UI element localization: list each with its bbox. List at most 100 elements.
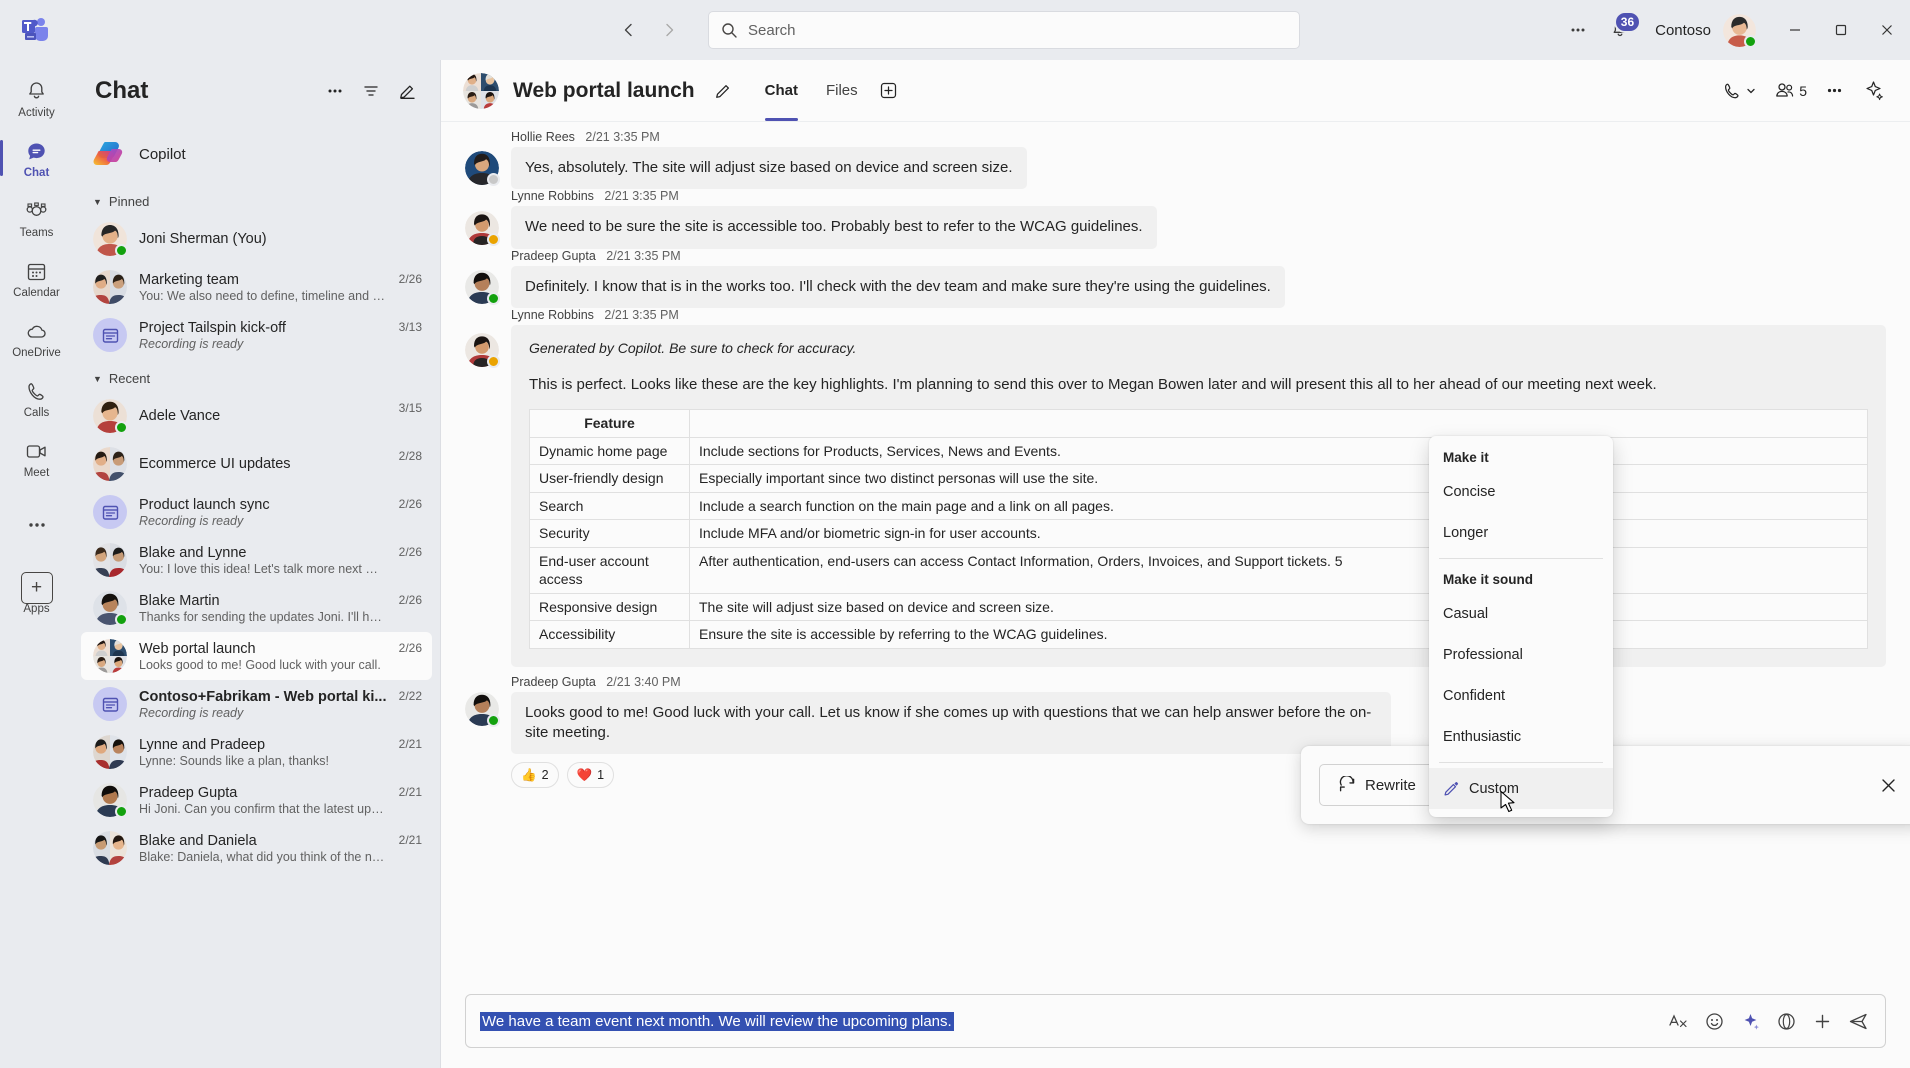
avatar — [465, 691, 500, 727]
menu-item-longer[interactable]: Longer — [1429, 512, 1613, 553]
copilot-button[interactable] — [1855, 74, 1892, 108]
rail-item-activity[interactable]: Activity — [4, 70, 70, 128]
pencil-icon[interactable] — [709, 76, 739, 106]
menu-item-custom[interactable]: Custom — [1429, 768, 1613, 809]
call-button[interactable] — [1715, 74, 1763, 108]
copilot-icon[interactable] — [1733, 1004, 1767, 1038]
menu-item-professional[interactable]: Professional — [1429, 634, 1613, 675]
rail-item-teams[interactable]: Teams — [4, 190, 70, 248]
table-cell-feature: Responsive design — [529, 592, 690, 622]
chat-list-item[interactable]: Lynne and Pradeep Lynne: Sounds like a p… — [81, 728, 432, 776]
message-compose-box[interactable]: We have a team event next month. We will… — [465, 994, 1886, 1048]
reaction-thumbsup[interactable]: 👍 2 — [511, 762, 559, 789]
loop-icon[interactable] — [1769, 1004, 1803, 1038]
rail-item-meet[interactable]: Meet — [4, 430, 70, 488]
chat-list-item-selected[interactable]: Web portal launch Looks good to me! Good… — [81, 632, 432, 680]
chat-header: Web portal launch Chat Files 5 — [441, 60, 1910, 122]
avatar — [93, 399, 128, 434]
chat-list-item[interactable]: Blake Martin Thanks for sending the upda… — [81, 584, 432, 632]
phone-icon — [25, 379, 48, 405]
minimize-button[interactable] — [1772, 0, 1818, 60]
chat-item-name: Pradeep Gupta — [139, 784, 238, 801]
presence-indicator — [487, 713, 500, 727]
menu-item-concise[interactable]: Concise — [1429, 471, 1613, 512]
chat-list-item-copilot[interactable]: Copilot — [81, 126, 432, 182]
heart-emoji-icon: ❤️ — [576, 767, 593, 782]
cloud-icon — [25, 319, 49, 345]
tab-files[interactable]: Files — [814, 60, 870, 121]
mouse-cursor-icon — [1499, 790, 1519, 816]
rail-item-apps[interactable]: + Apps — [4, 566, 70, 624]
reaction-heart[interactable]: ❤️ 1 — [566, 762, 615, 789]
rail-item-calls[interactable]: Calls — [4, 370, 70, 428]
chat-list-scroll[interactable]: Copilot ▼ Pinned Joni Sherman (You) Mark… — [73, 122, 440, 1068]
chat-filter-button[interactable] — [354, 74, 388, 108]
chat-list-item[interactable]: Marketing team You: We also need to defi… — [81, 263, 432, 311]
chat-list-item[interactable]: Project Tailspin kick-off Recording is r… — [81, 311, 432, 359]
chat-list-item[interactable]: Pradeep Gupta Hi Joni. Can you confirm t… — [81, 776, 432, 824]
table-cell-desc: Include sections for Products, Services,… — [689, 436, 1868, 466]
group-header-recent[interactable]: ▼ Recent — [81, 359, 432, 392]
chat-item-text: Project Tailspin kick-off Recording is r… — [139, 320, 387, 351]
menu-item-casual[interactable]: Casual — [1429, 593, 1613, 634]
chat-item-text: Joni Sherman (You) — [139, 231, 422, 247]
people-count: 5 — [1799, 82, 1807, 99]
new-chat-button[interactable] — [390, 74, 424, 108]
menu-item-label: Professional — [1443, 646, 1523, 663]
send-icon[interactable] — [1841, 1004, 1875, 1038]
notifications-button[interactable]: 36 — [1599, 11, 1642, 49]
rail-item-chat[interactable]: Chat — [0, 130, 70, 188]
chat-list-item[interactable]: Product launch sync Recording is ready 2… — [81, 488, 432, 536]
tab-files-label: Files — [825, 82, 858, 99]
menu-item-enthusiastic[interactable]: Enthusiastic — [1429, 716, 1613, 757]
message-list[interactable]: Hollie Rees 2/21 3:35 PM Yes, absolutely… — [441, 122, 1910, 994]
chat-item-date: 2/22 — [398, 689, 422, 703]
rail-item-onedrive[interactable]: OneDrive — [4, 310, 70, 368]
people-button[interactable]: 5 — [1767, 74, 1814, 108]
message-meta: Lynne Robbins 2/21 3:35 PM — [465, 308, 1886, 322]
chat-list-item[interactable]: Joni Sherman (You) — [81, 215, 432, 263]
format-text-icon[interactable] — [1661, 1004, 1695, 1038]
chat-item-text: Ecommerce UI updates — [139, 456, 387, 472]
pencil-edit-icon — [1443, 780, 1460, 797]
maximize-button[interactable] — [1818, 0, 1864, 60]
group-header-pinned[interactable]: ▼ Pinned — [81, 182, 432, 215]
tab-chat-label: Chat — [764, 82, 798, 99]
chat-list-item[interactable]: Blake and Lynne You: I love this idea! L… — [81, 536, 432, 584]
chat-more-button[interactable] — [1818, 74, 1851, 108]
message-time: 2/21 3:35 PM — [604, 189, 679, 204]
titlebar-more-button[interactable] — [1559, 11, 1597, 49]
chat-list-item[interactable]: Adele Vance 3/15 — [81, 392, 432, 440]
chat-list-item[interactable]: Ecommerce UI updates 2/28 — [81, 440, 432, 488]
table-row: Responsive design The site will adjust s… — [529, 592, 1868, 622]
back-button[interactable] — [612, 13, 646, 47]
rewrite-button[interactable]: Rewrite — [1319, 764, 1435, 806]
close-button[interactable] — [1864, 0, 1910, 60]
forward-button[interactable] — [652, 13, 686, 47]
chat-list-item[interactable]: Blake and Daniela Blake: Daniela, what d… — [81, 824, 432, 872]
chat-item-preview: Recording is ready — [139, 705, 244, 720]
user-avatar[interactable] — [1723, 13, 1757, 48]
emoji-icon[interactable] — [1697, 1004, 1731, 1038]
add-tab-icon[interactable] — [874, 76, 904, 106]
search-input[interactable]: Search — [708, 11, 1300, 49]
plus-more-icon[interactable] — [1805, 1004, 1839, 1038]
message-bubble: We need to be sure the site is accessibl… — [511, 206, 1157, 249]
table-cell-desc: Especially important since two distinct … — [689, 464, 1868, 493]
rail-item-calendar[interactable]: Calendar — [4, 250, 70, 308]
rail-more-button[interactable] — [4, 496, 70, 554]
rail-label-onedrive: OneDrive — [12, 346, 61, 359]
close-icon[interactable] — [1871, 768, 1905, 802]
message-author: Pradeep Gupta — [511, 248, 596, 263]
compose-input-text[interactable]: We have a team event next month. We will… — [480, 1011, 954, 1031]
chat-list-item[interactable]: Contoso+Fabrikam - Web portal ki... Reco… — [81, 680, 432, 728]
menu-item-confident[interactable]: Confident — [1429, 675, 1613, 716]
message-author: Hollie Rees — [511, 130, 575, 144]
chat-item-name: Blake Martin — [139, 592, 220, 609]
tab-chat[interactable]: Chat — [753, 60, 810, 121]
chat-item-date: 2/26 — [398, 497, 422, 511]
chat-pane-more-button[interactable] — [318, 74, 352, 108]
compose-text-wrapper[interactable]: We have a team event next month. We will… — [480, 999, 1653, 1044]
presence-indicator — [487, 173, 500, 187]
chat-item-text: Blake and Daniela Blake: Daniela, what d… — [139, 833, 387, 864]
